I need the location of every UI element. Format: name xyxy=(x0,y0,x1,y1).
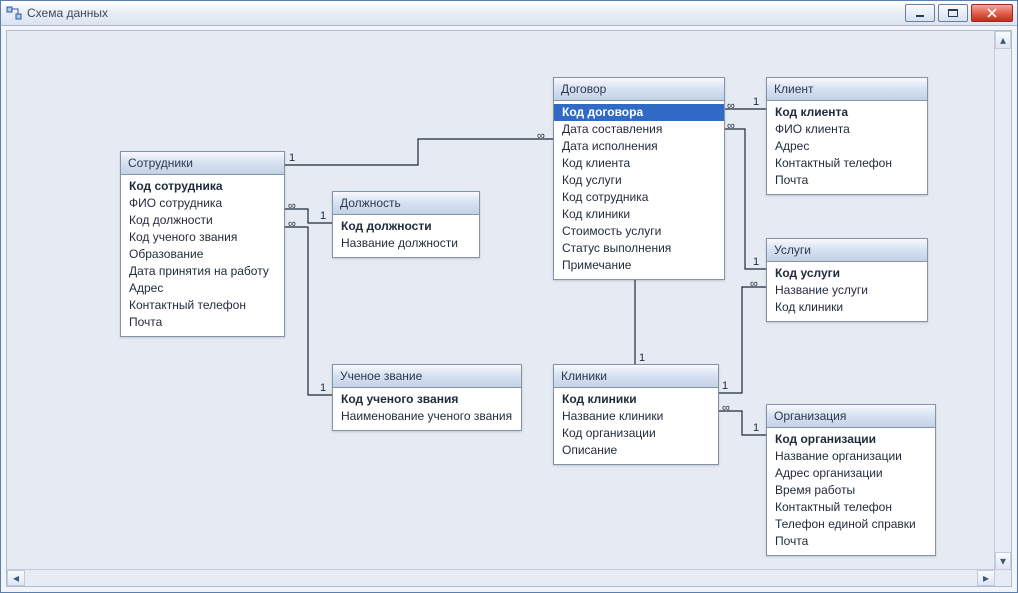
table-field[interactable]: Почта xyxy=(767,172,927,189)
table-org[interactable]: ОрганизацияКод организацииНазвание орган… xyxy=(766,404,936,556)
table-field[interactable]: Контактный телефон xyxy=(121,297,284,314)
minimize-button[interactable] xyxy=(905,4,935,22)
table-field[interactable]: Код организации xyxy=(767,431,935,448)
table-body: Код клиентаФИО клиентаАдресКонтактный те… xyxy=(767,101,927,194)
table-field[interactable]: Стоимость услуги xyxy=(554,223,724,240)
table-header[interactable]: Клиент xyxy=(767,78,927,101)
table-employees[interactable]: СотрудникиКод сотрудникаФИО сотрудникаКо… xyxy=(120,151,285,337)
scrollbar-corner xyxy=(994,569,1011,586)
table-field[interactable]: Почта xyxy=(121,314,284,331)
svg-text:1: 1 xyxy=(639,352,645,364)
table-field[interactable]: Код клиента xyxy=(767,104,927,121)
table-field[interactable]: Название услуги xyxy=(767,282,927,299)
table-field[interactable]: Почта xyxy=(767,533,935,550)
table-field[interactable]: Код услуги xyxy=(767,265,927,282)
table-field[interactable]: Код клиники xyxy=(767,299,927,316)
table-field[interactable]: Контактный телефон xyxy=(767,155,927,172)
diagram-canvas[interactable]: 1∞1∞1∞1∞1∞1∞1∞1∞ СотрудникиКод сотрудник… xyxy=(7,31,995,570)
db-relationship-window: Схема данных 1∞1∞1∞1∞1∞1∞1∞1∞ Сотрудники… xyxy=(0,0,1018,593)
vertical-scrollbar[interactable]: ▴ ▾ xyxy=(994,31,1011,570)
table-field[interactable]: Код сотрудника xyxy=(554,189,724,206)
svg-text:1: 1 xyxy=(320,210,326,222)
svg-text:1: 1 xyxy=(289,152,295,164)
table-field[interactable]: Код ученого звания xyxy=(333,391,521,408)
table-field[interactable]: Наименование ученого звания xyxy=(333,408,521,425)
table-header[interactable]: Сотрудники xyxy=(121,152,284,175)
table-field[interactable]: Код договора xyxy=(554,104,724,121)
table-field[interactable]: Код клиники xyxy=(554,391,718,408)
table-body: Код организацииНазвание организацииАдрес… xyxy=(767,428,935,555)
scroll-right-arrow[interactable]: ▸ xyxy=(977,570,995,586)
svg-text:1: 1 xyxy=(753,96,759,108)
table-body: Код договораДата составленияДата исполне… xyxy=(554,101,724,279)
table-contract[interactable]: ДоговорКод договораДата составленияДата … xyxy=(553,77,725,280)
svg-text:∞: ∞ xyxy=(750,278,758,290)
table-body: Код должностиНазвание должности xyxy=(333,215,479,257)
table-field[interactable]: Адрес xyxy=(767,138,927,155)
table-field[interactable]: Код клиента xyxy=(554,155,724,172)
svg-text:∞: ∞ xyxy=(288,200,296,212)
table-field[interactable]: Образование xyxy=(121,246,284,263)
table-field[interactable]: Код сотрудника xyxy=(121,178,284,195)
svg-text:1: 1 xyxy=(753,256,759,268)
table-field[interactable]: Код услуги xyxy=(554,172,724,189)
table-field[interactable]: ФИО сотрудника xyxy=(121,195,284,212)
table-header[interactable]: Должность xyxy=(333,192,479,215)
table-body: Код клиникиНазвание клиникиКод организац… xyxy=(554,388,718,464)
scroll-up-arrow[interactable]: ▴ xyxy=(995,31,1011,49)
table-field[interactable]: Код должности xyxy=(333,218,479,235)
table-field[interactable]: Дата принятия на работу xyxy=(121,263,284,280)
table-field[interactable]: Код организации xyxy=(554,425,718,442)
table-position[interactable]: ДолжностьКод должностиНазвание должности xyxy=(332,191,480,258)
svg-text:1: 1 xyxy=(320,382,326,394)
table-field[interactable]: Название должности xyxy=(333,235,479,252)
maximize-button[interactable] xyxy=(938,4,968,22)
svg-text:1: 1 xyxy=(753,422,759,434)
window-title: Схема данных xyxy=(27,1,905,25)
table-field[interactable]: Название клиники xyxy=(554,408,718,425)
svg-text:∞: ∞ xyxy=(722,402,730,414)
table-field[interactable]: Статус выполнения xyxy=(554,240,724,257)
table-field[interactable]: Код должности xyxy=(121,212,284,229)
workspace: 1∞1∞1∞1∞1∞1∞1∞1∞ СотрудникиКод сотрудник… xyxy=(6,30,1012,587)
table-body: Код сотрудникаФИО сотрудникаКод должност… xyxy=(121,175,284,336)
table-body: Код ученого званияНаименование ученого з… xyxy=(333,388,521,430)
svg-text:∞: ∞ xyxy=(727,120,735,132)
table-field[interactable]: Дата исполнения xyxy=(554,138,724,155)
svg-text:∞: ∞ xyxy=(537,130,545,142)
svg-text:∞: ∞ xyxy=(727,100,735,112)
table-field[interactable]: Примечание xyxy=(554,257,724,274)
table-clinics[interactable]: КлиникиКод клиникиНазвание клиникиКод ор… xyxy=(553,364,719,465)
table-header[interactable]: Договор xyxy=(554,78,724,101)
table-field[interactable]: Время работы xyxy=(767,482,935,499)
scroll-down-arrow[interactable]: ▾ xyxy=(995,552,1011,570)
scroll-left-arrow[interactable]: ◂ xyxy=(7,570,25,586)
table-services[interactable]: УслугиКод услугиНазвание услугиКод клини… xyxy=(766,238,928,322)
table-body: Код услугиНазвание услугиКод клиники xyxy=(767,262,927,321)
table-header[interactable]: Услуги xyxy=(767,239,927,262)
relationships-icon xyxy=(6,5,22,21)
table-field[interactable]: Контактный телефон xyxy=(767,499,935,516)
table-field[interactable]: Код ученого звания xyxy=(121,229,284,246)
table-field[interactable]: Дата составления xyxy=(554,121,724,138)
title-bar[interactable]: Схема данных xyxy=(1,1,1017,26)
horizontal-scrollbar[interactable]: ◂ ▸ xyxy=(7,569,995,586)
close-button[interactable] xyxy=(971,4,1013,22)
svg-text:1: 1 xyxy=(722,380,728,392)
table-header[interactable]: Ученое звание xyxy=(333,365,521,388)
svg-text:∞: ∞ xyxy=(288,218,296,230)
table-field[interactable]: Код клиники xyxy=(554,206,724,223)
table-field[interactable]: Адрес организации xyxy=(767,465,935,482)
table-header[interactable]: Клиники xyxy=(554,365,718,388)
table-field[interactable]: Описание xyxy=(554,442,718,459)
table-field[interactable]: ФИО клиента xyxy=(767,121,927,138)
table-degree[interactable]: Ученое званиеКод ученого званияНаименова… xyxy=(332,364,522,431)
table-field[interactable]: Название организации xyxy=(767,448,935,465)
table-client[interactable]: КлиентКод клиентаФИО клиентаАдресКонтакт… xyxy=(766,77,928,195)
table-header[interactable]: Организация xyxy=(767,405,935,428)
table-field[interactable]: Адрес xyxy=(121,280,284,297)
table-field[interactable]: Телефон единой справки xyxy=(767,516,935,533)
